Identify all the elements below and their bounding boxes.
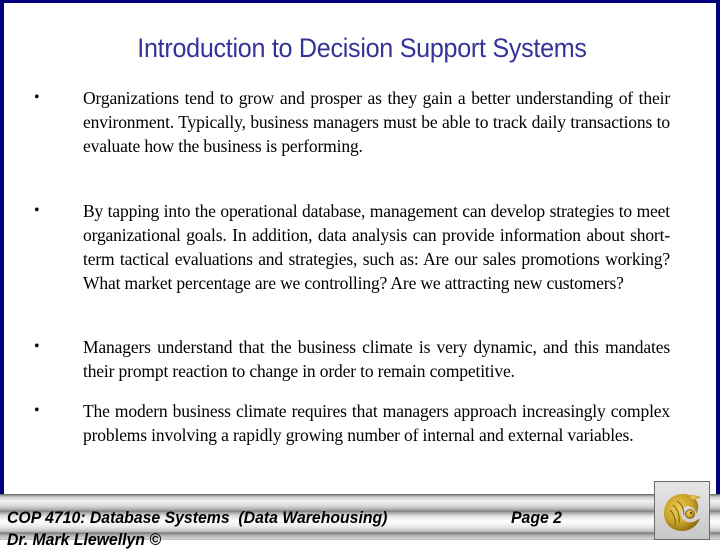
bullet-text: Organizations tend to grow and prosper a…: [83, 88, 670, 156]
slide-footer: COP 4710: Database Systems (Data Warehou…: [0, 494, 720, 549]
footer-course-label: COP 4710: Database Systems (Data Warehou…: [7, 508, 388, 527]
bullet-text: The modern business climate requires tha…: [83, 401, 670, 445]
footer-author: Dr. Mark Llewellyn ©: [7, 530, 162, 549]
bullet-text: Managers understand that the business cl…: [83, 337, 670, 381]
bullet-marker: •: [34, 202, 40, 219]
footer-page-number: Page 2: [511, 508, 562, 527]
ucf-pegasus-logo-icon: [664, 494, 701, 531]
bullet-marker: •: [34, 402, 40, 419]
logo-box: [654, 481, 710, 540]
bullet-marker: •: [34, 338, 40, 355]
bullet-marker: •: [34, 89, 40, 106]
bullet-text: By tapping into the operational database…: [83, 201, 670, 293]
slide-frame: Introduction to Decision Support Systems…: [0, 0, 720, 494]
slide-title: Introduction to Decision Support Systems: [137, 33, 587, 63]
